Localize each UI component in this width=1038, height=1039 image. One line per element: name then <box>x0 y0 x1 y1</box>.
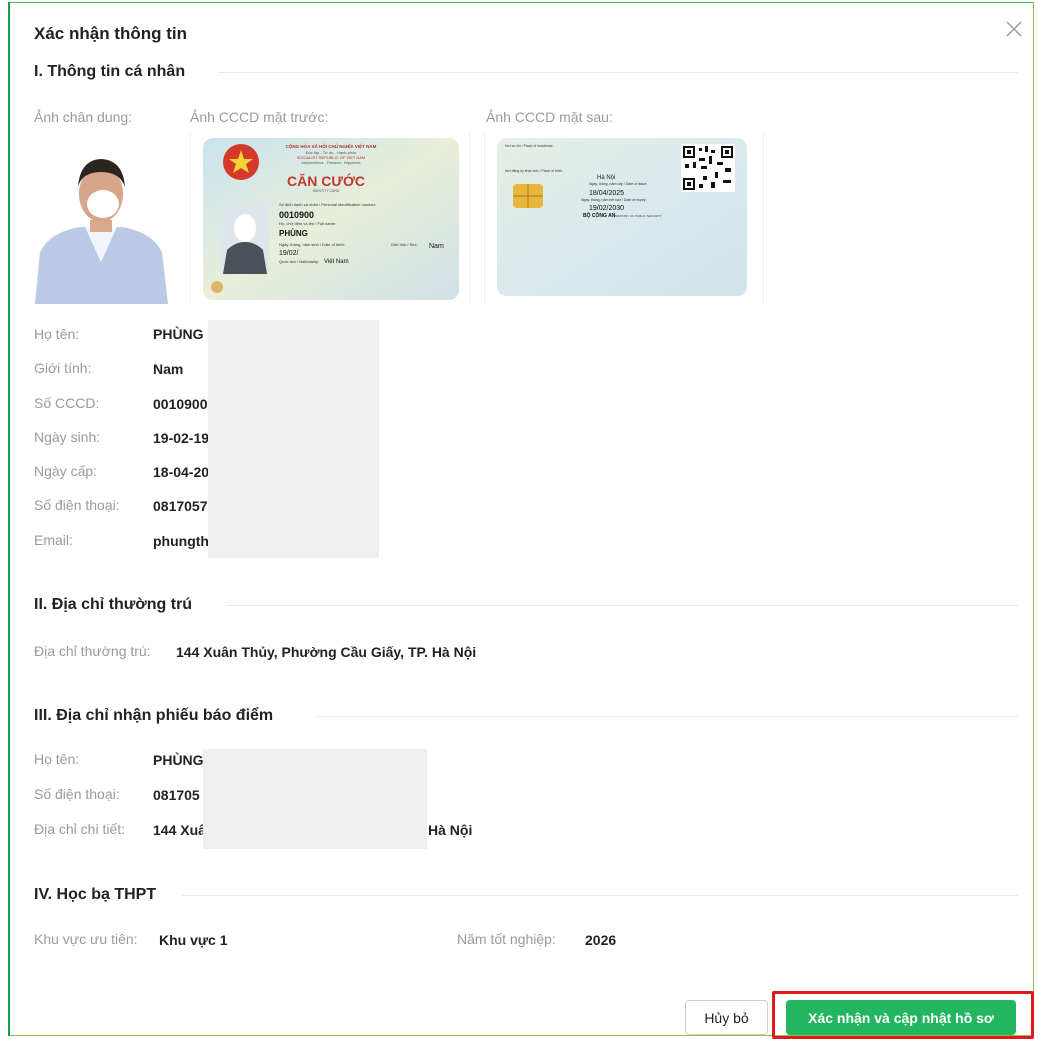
dialog-border-accent <box>8 2 10 1036</box>
card-id-value: 0010900 <box>279 210 314 220</box>
back-birth-value: Hà Nội <box>597 175 615 181</box>
highlight-box <box>772 991 1034 1039</box>
field-value-issue-date: 18-04-20 <box>153 464 210 480</box>
divider <box>317 716 1018 717</box>
portrait-image <box>30 132 172 304</box>
card-dob-value: 19/02/ <box>279 250 299 257</box>
card-id-label: Số định danh cá nhân / Personal identifi… <box>279 202 376 207</box>
back-birth-label: Nơi đăng ký khai sinh / Place of birth: <box>505 169 563 173</box>
permanent-address-label: Địa chỉ thường trú: <box>34 643 151 659</box>
field-label-gender: Giới tính: <box>34 360 92 376</box>
card-back-label: Ảnh CCCD mặt sau: <box>486 109 613 125</box>
card-sex-label: Giới tính / Sex: <box>391 242 418 247</box>
permanent-address-value: 144 Xuân Thủy, Phường Cầu Giấy, TP. Hà N… <box>176 644 477 660</box>
portrait-photo[interactable] <box>30 132 172 304</box>
field-value-phone: 0817057 <box>153 498 208 514</box>
back-residence-label: Nơi cư trú / Place of residence: <box>505 144 553 148</box>
field-value-name: PHÙNG <box>153 326 204 342</box>
section-address-heading: II. Địa chỉ thường trú <box>34 596 193 613</box>
mailing-name-value: PHÙNG <box>153 752 204 768</box>
graduation-year-label: Năm tốt nghiệp: <box>457 931 556 947</box>
graduation-year-value: 2026 <box>585 932 617 948</box>
redaction-block <box>208 320 379 558</box>
redaction-block <box>203 749 427 849</box>
section-mailing-heading: III. Địa chỉ nhận phiếu báo điểm <box>34 707 274 724</box>
card-sex-value: Nam <box>429 243 444 250</box>
cancel-button[interactable]: Hủy bỏ <box>685 1000 768 1035</box>
back-authority: BỘ CÔNG AN <box>583 211 616 219</box>
close-icon[interactable] <box>1003 18 1025 40</box>
mailing-address-value: 144 Xuâ <box>153 822 206 838</box>
mailing-address-city: Hà Nội <box>428 822 473 838</box>
field-label-phone: Số điện thoại: <box>34 497 120 513</box>
mailing-phone-value: 081705 <box>153 787 200 803</box>
card-nat-label: Quốc tịch / Nationality: <box>279 259 319 264</box>
field-label-dob: Ngày sinh: <box>34 429 101 445</box>
qr-code-icon <box>681 144 735 192</box>
section-personal-heading: I. Thông tin cá nhân <box>34 63 186 80</box>
back-issue-value: 18/04/2025 <box>589 190 624 197</box>
dialog-title: Xác nhận thông tin <box>34 24 187 43</box>
card-header-4: Independence - Freedom - Happiness <box>302 161 361 165</box>
card-subtitle: IDENTITY CARD <box>313 189 340 193</box>
field-value-cccd: 0010900 <box>153 396 208 412</box>
field-label-cccd: Số CCCD: <box>34 395 100 411</box>
section-transcript-heading: IV. Học bạ THPT <box>34 886 157 903</box>
back-expiry-label: Ngày, tháng, năm hết hạn / Date of expir… <box>581 198 647 202</box>
card-title: CĂN CƯỚC <box>287 172 365 189</box>
back-expiry-value: 19/02/2030 <box>589 205 624 212</box>
field-value-email: phungth <box>153 533 209 549</box>
mailing-address-label: Địa chỉ chi tiết: <box>34 821 126 837</box>
portrait-label: Ảnh chân dung: <box>34 109 133 125</box>
card-front-label: Ảnh CCCD mặt trước: <box>190 109 329 125</box>
card-back-image: Nơi cư trú / Place of residence: Nơi đăn… <box>497 138 747 296</box>
card-name-value: PHÙNG <box>279 229 308 238</box>
field-label-issue-date: Ngày cấp: <box>34 463 98 479</box>
field-value-dob: 19-02-19 <box>153 430 210 446</box>
divider <box>226 605 1018 606</box>
priority-area-value: Khu vực 1 <box>159 932 228 948</box>
divider <box>218 72 1018 73</box>
back-issue-label: Ngày, tháng, năm cấp / Date of issue: <box>589 182 647 186</box>
divider <box>182 895 1018 896</box>
card-header-3: SOCIALIST REPUBLIC OF VIET NAM <box>297 155 366 160</box>
mailing-phone-label: Số điện thoại: <box>34 786 120 802</box>
mailing-name-label: Họ tên: <box>34 751 80 767</box>
field-label-email: Email: <box>34 532 73 548</box>
card-front-photo[interactable]: CỘNG HÒA XÃ HỘI CHỦ NGHĨA VIỆT NAM Độc l… <box>190 132 470 304</box>
card-dob-label: Ngày, tháng, năm sinh / Date of birth: <box>279 242 345 247</box>
card-header-1: CỘNG HÒA XÃ HỘI CHỦ NGHĨA VIỆT NAM <box>286 142 377 149</box>
field-value-gender: Nam <box>153 361 184 377</box>
card-nat-value: Việt Nam <box>324 259 349 265</box>
back-authority-en: MINISTRY OF PUBLIC SECURITY <box>615 214 662 218</box>
field-label-name: Họ tên: <box>34 326 80 342</box>
card-name-label: Họ, chữ đệm và tên / Full name: <box>279 221 336 226</box>
priority-area-label: Khu vực ưu tiên: <box>34 931 138 947</box>
card-front-image: CỘNG HÒA XÃ HỘI CHỦ NGHĨA VIỆT NAM Độc l… <box>203 138 459 300</box>
card-back-photo[interactable]: Nơi cư trú / Place of residence: Nơi đăn… <box>484 132 764 304</box>
